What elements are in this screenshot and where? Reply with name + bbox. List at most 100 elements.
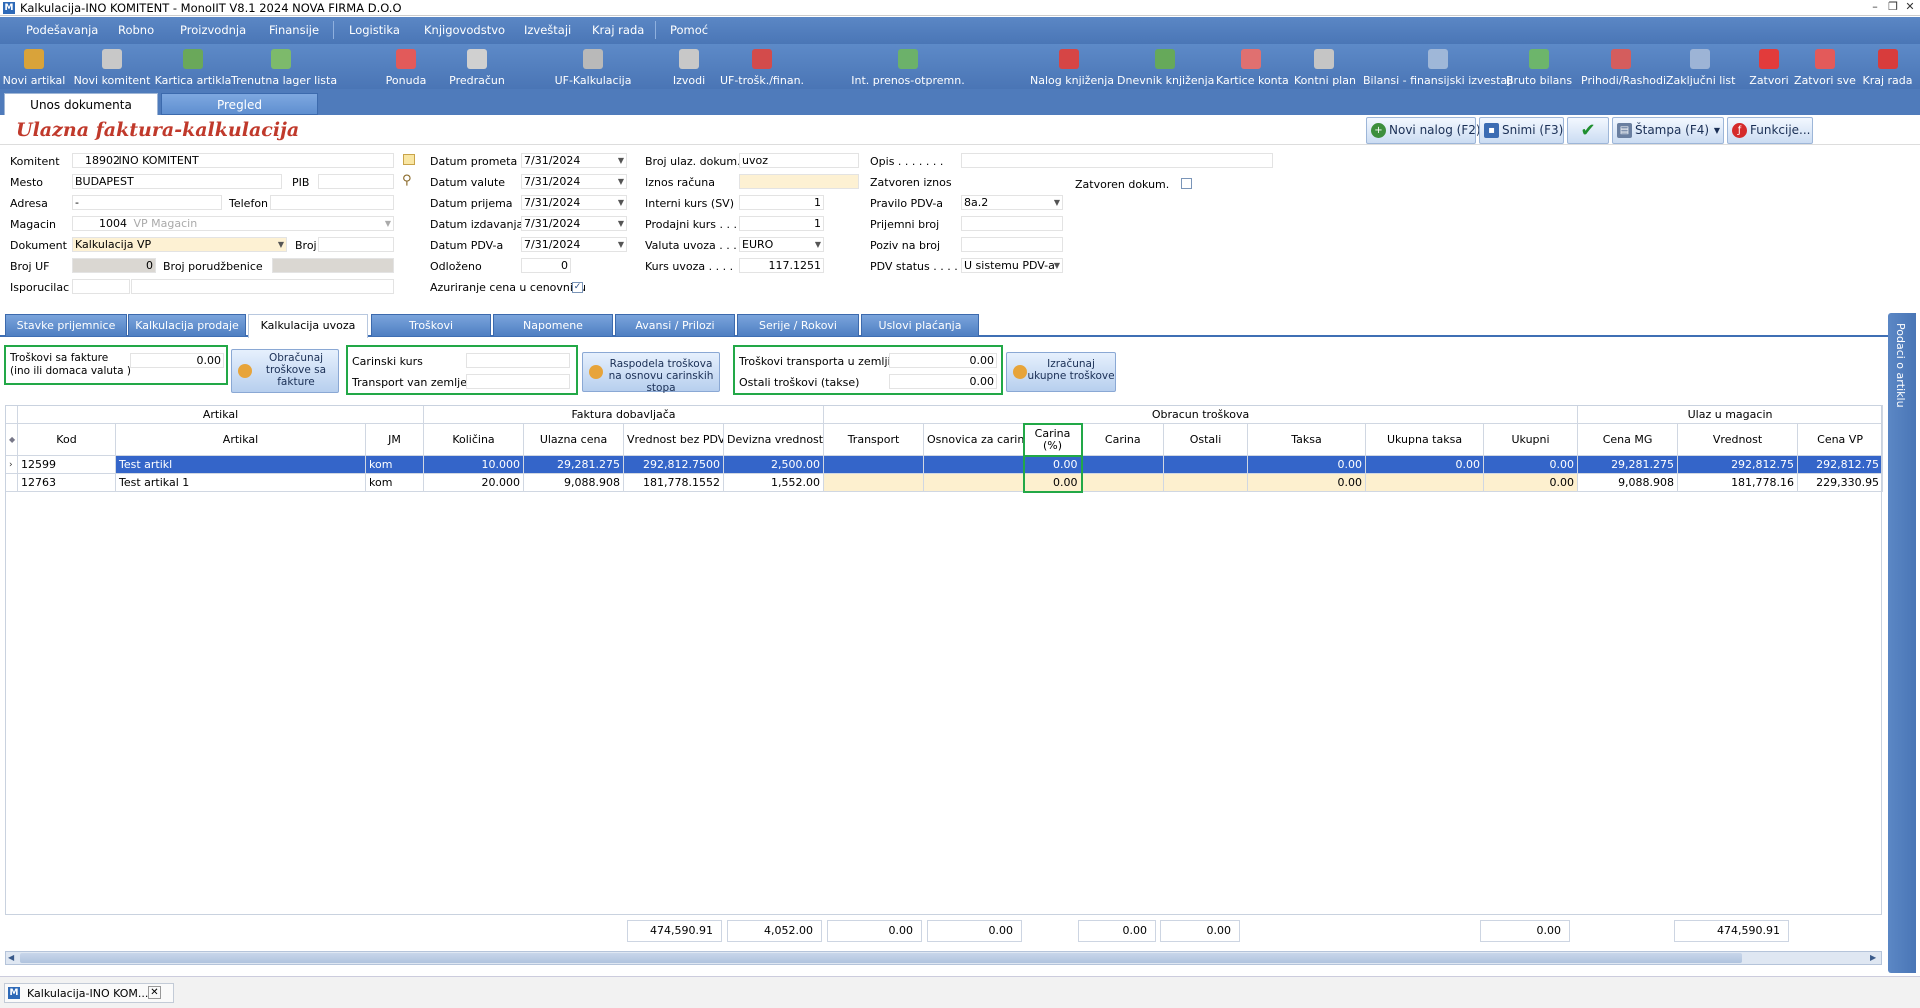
col-kolicina[interactable]: Količina (423, 423, 525, 456)
troskovi-fakture-field[interactable]: 0.00 (130, 353, 224, 368)
toolbar-button[interactable]: Nalog knjiženja (1030, 44, 1114, 89)
cell-ulazna-cena[interactable]: 9,088.908 (523, 473, 625, 492)
horizontal-scrollbar[interactable]: ◀ ▶ (5, 951, 1882, 965)
toolbar-button[interactable]: Novi artikal (2, 44, 66, 89)
cell-osnovica[interactable] (923, 455, 1025, 474)
menu-finansije[interactable]: Finansije (269, 23, 319, 37)
menu-izvestaji[interactable]: Izveštaji (524, 23, 571, 37)
cell-cena-mg[interactable]: 9,088.908 (1577, 473, 1679, 492)
tab-kalkulacija-prodaje[interactable]: Kalkulacija prodaje (128, 314, 246, 336)
poziv-field[interactable] (961, 237, 1063, 252)
col-artikal[interactable]: Artikal (115, 423, 366, 456)
prijemni-broj-field[interactable] (961, 216, 1063, 231)
menu-knjigovodstvo[interactable]: Knjigovodstvo (424, 23, 505, 37)
toolbar-button[interactable]: Dnevnik knjiženja (1117, 44, 1214, 89)
pdv-status-select[interactable]: U sistemu PDV-a ▼ (961, 258, 1063, 273)
cell-kolicina[interactable]: 10.000 (423, 455, 525, 474)
ostali-troskovi-field[interactable]: 0.00 (889, 374, 997, 389)
cell-artikal[interactable]: Test artikal 1 (115, 473, 366, 492)
menu-logistika[interactable]: Logistika (349, 23, 400, 37)
menu-pomoc[interactable]: Pomoć (670, 23, 708, 37)
cell-devizna-vrednost[interactable]: 2,500.00 (723, 455, 825, 474)
toolbar-button[interactable]: UF-Kalkulacija (544, 44, 642, 89)
cell-vrednost[interactable]: 181,778.16 (1677, 473, 1799, 492)
menu-robno[interactable]: Robno (118, 23, 154, 37)
cell-cena-vp[interactable]: 292,812.75 (1797, 455, 1884, 474)
cell-kod[interactable]: 12763 (17, 473, 116, 492)
magacin-field[interactable]: 1004 VP Magacin ▼ (72, 216, 394, 231)
scroll-thumb[interactable] (20, 953, 1742, 963)
toolbar-button[interactable]: Int. prenos-otpremn. (848, 44, 968, 89)
datum-izdavanja-field[interactable]: 7/31/2024 ▼ (521, 216, 627, 231)
col-carina-procenat[interactable]: Carina (%) (1022, 422, 1083, 457)
isporucilac-field[interactable] (131, 279, 394, 294)
cell-ostali[interactable] (1163, 473, 1249, 492)
toolbar-button[interactable]: Kontni plan (1294, 44, 1356, 89)
toolbar-button[interactable]: Zatvori sve (1790, 44, 1860, 89)
carinski-kurs-field[interactable] (466, 353, 570, 368)
tab-uslovi-placanja[interactable]: Uslovi plaćanja (861, 314, 979, 336)
close-tab-icon[interactable]: ✕ (148, 986, 161, 999)
toolbar-button[interactable]: Izvodi (665, 44, 713, 89)
cell-vrednost-bez-pdv[interactable]: 181,778.1552 (623, 473, 725, 492)
cell-artikal[interactable]: Test artikl (115, 455, 366, 474)
mesto-field[interactable]: BUDAPEST (72, 174, 282, 189)
col-taksa[interactable]: Taksa (1247, 423, 1367, 456)
opis-field[interactable] (961, 153, 1273, 168)
datum-pdv-field[interactable]: 7/31/2024 ▼ (521, 237, 627, 252)
col-cena-vp[interactable]: Cena VP (1797, 423, 1884, 456)
cell-ukupna-taksa[interactable]: 0.00 (1365, 455, 1485, 474)
cell-taksa[interactable]: 0.00 (1247, 455, 1367, 474)
toolbar-button[interactable]: UF-trošk./finan. (713, 44, 811, 89)
cell-carina[interactable] (1081, 455, 1165, 474)
col-cena-mg[interactable]: Cena MG (1577, 423, 1679, 456)
raspodela-troskova-button[interactable]: Raspodela troškova na osnovu carinskih s… (582, 352, 720, 394)
col-ukupna-taksa[interactable]: Ukupna taksa (1365, 423, 1485, 456)
col-carina[interactable]: Carina (1081, 423, 1165, 456)
tab-kalkulacija-uvoza[interactable]: Kalkulacija uvoza (248, 314, 368, 338)
datum-prometa-field[interactable]: 7/31/2024 ▼ (521, 153, 627, 168)
save-button[interactable]: ▪ Snimi (F3) (1479, 117, 1564, 144)
col-osnovica-za-carinu[interactable]: Osnovica za carinu (923, 423, 1025, 456)
broj-field[interactable] (318, 237, 394, 252)
cell-ostali[interactable] (1163, 455, 1249, 474)
tab-napomene[interactable]: Napomene (493, 314, 613, 336)
odlozeno-field[interactable]: 0 (521, 258, 571, 273)
menu-kraj-rada[interactable]: Kraj rada (592, 23, 644, 37)
col-vrednost[interactable]: Vrednost (1677, 423, 1799, 456)
kurs-uvoza-field[interactable]: 117.1251 (739, 258, 824, 273)
interni-kurs-field[interactable]: 1 (739, 195, 824, 210)
transport-van-field[interactable] (466, 374, 570, 389)
table-row[interactable]: 12763 Test artikal 1 kom 20.000 9,088.90… (5, 473, 1884, 493)
valuta-uvoza-select[interactable]: EURO ▼ (739, 237, 824, 252)
cell-vrednost-bez-pdv[interactable]: 292,812.7500 (623, 455, 725, 474)
search-icon[interactable]: ⚲ (402, 173, 412, 188)
new-order-button[interactable]: + Novi nalog (F2) (1366, 117, 1481, 144)
col-jm[interactable]: JM (364, 423, 425, 456)
datum-prijema-field[interactable]: 7/31/2024 ▼ (521, 195, 627, 210)
transport-u-field[interactable]: 0.00 (889, 353, 997, 368)
col-ostali[interactable]: Ostali (1163, 423, 1249, 456)
menu-proizvodnja[interactable]: Proizvodnja (180, 23, 246, 37)
azuriranje-checkbox[interactable]: ✓ (572, 282, 583, 293)
cell-transport[interactable] (823, 473, 925, 492)
toolbar-button[interactable]: Ponuda (381, 44, 431, 89)
cell-carina-procenat[interactable]: 0.00 (1022, 473, 1083, 493)
tab-troskovi[interactable]: Troškovi (371, 314, 491, 336)
toolbar-button[interactable]: Predračun (447, 44, 507, 89)
tab-unos-dokumenta[interactable]: Unos dokumenta (4, 93, 158, 115)
article-info-panel[interactable]: Podaci o artiklu (1888, 313, 1916, 973)
cell-osnovica[interactable] (923, 473, 1025, 492)
toolbar-button[interactable]: Trenutna lager lista (231, 44, 337, 89)
col-kod[interactable]: Kod (17, 423, 116, 456)
functions-button[interactable]: ƒ Funkcije... (1727, 117, 1813, 144)
cell-cena-mg[interactable]: 29,281.275 (1577, 455, 1679, 474)
toolbar-button[interactable]: Kartice konta (1216, 44, 1289, 89)
cell-jm[interactable]: kom (364, 455, 425, 474)
dokument-select[interactable]: Kalkulacija VP ▼ (72, 237, 287, 252)
adresa-field[interactable]: - (72, 195, 222, 210)
restore-icon[interactable]: ❐ (1886, 0, 1900, 14)
prodajni-kurs-field[interactable]: 1 (739, 216, 824, 231)
toolbar-button[interactable]: Bruto bilans (1506, 44, 1572, 89)
cell-carina[interactable] (1081, 473, 1165, 492)
